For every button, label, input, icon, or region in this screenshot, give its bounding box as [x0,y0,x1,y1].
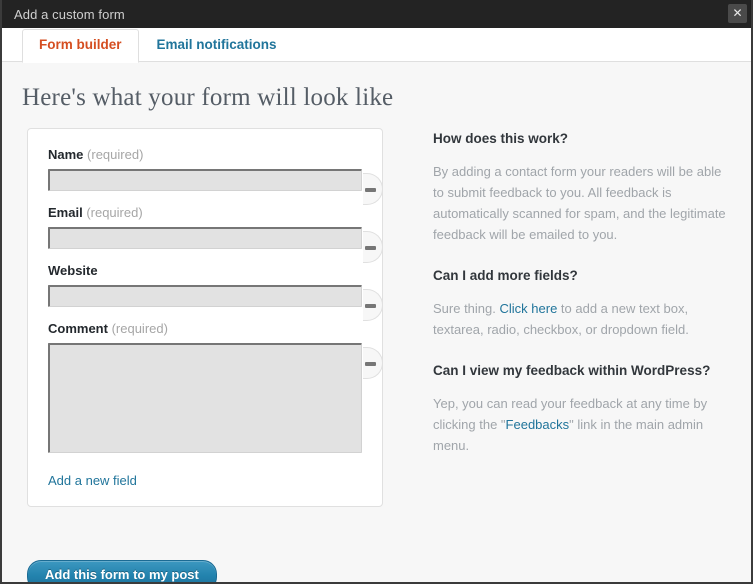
remove-field-button-name[interactable] [363,173,383,205]
tab-bar: Form builder Email notifications [2,28,751,63]
faq-column: How does this work? By adding a contact … [433,128,735,456]
field-label-comment: Comment (required) [48,321,362,337]
tab-form-builder[interactable]: Form builder [22,29,139,63]
faq-answer-text: By adding a contact form your readers wi… [433,164,726,242]
remove-field-button-email[interactable] [363,231,383,263]
faq-answer: Yep, you can read your feedback at any t… [433,393,735,456]
form-field-name: Name (required) [48,147,383,205]
field-label-text: Name [48,147,84,162]
content-columns: Name (required) Email (required) Website… [18,128,735,507]
click-here-link[interactable]: Click here [500,301,558,316]
faq-item-view-feedback: Can I view my feedback within WordPress?… [433,362,735,456]
field-label-text: Comment [48,321,108,336]
modal-title: Add a custom form [14,6,125,22]
remove-field-button-comment[interactable] [363,347,383,379]
field-label-website: Website [48,263,362,279]
field-label-email: Email (required) [48,205,362,221]
faq-item-how-does-this-work: How does this work? By adding a contact … [433,130,735,245]
form-field-email: Email (required) [48,205,383,263]
minus-icon [365,188,376,192]
feedbacks-link[interactable]: Feedbacks [506,417,570,432]
field-label-text: Website [48,263,98,278]
minus-icon [365,304,376,308]
name-input[interactable] [48,169,362,191]
tab-email-notifications[interactable]: Email notifications [139,30,293,62]
modal-content: Here's what your form will look like Nam… [2,62,751,582]
faq-answer: Sure thing. Click here to add a new text… [433,298,735,340]
form-preview-panel: Name (required) Email (required) Website… [27,128,383,507]
modal-titlebar: Add a custom form ✕ [2,0,751,28]
faq-question: How does this work? [433,131,569,146]
comment-textarea[interactable] [48,343,362,453]
faq-question: Can I view my feedback within WordPress? [433,363,711,378]
website-input[interactable] [48,285,362,307]
form-field-website: Website [48,263,383,321]
field-label-text: Email [48,205,83,220]
close-icon[interactable]: ✕ [728,4,747,23]
faq-answer: By adding a contact form your readers wi… [433,161,735,245]
faq-item-more-fields: Can I add more fields? Sure thing. Click… [433,267,735,340]
minus-icon [365,362,376,366]
field-required-note: (required) [87,147,144,162]
remove-field-button-website[interactable] [363,289,383,321]
email-input[interactable] [48,227,362,249]
add-custom-form-modal: Add a custom form ✕ Form builder Email n… [0,0,753,584]
field-label-name: Name (required) [48,147,362,163]
faq-answer-text: Sure thing. [433,301,500,316]
submit-area: Add this form to my post [27,560,217,582]
add-new-field-link[interactable]: Add a new field [48,473,137,488]
field-required-note: (required) [86,205,143,220]
form-field-comment: Comment (required) [48,321,383,453]
field-required-note: (required) [111,321,168,336]
page-title: Here's what your form will look like [22,84,394,111]
faq-question: Can I add more fields? [433,268,578,283]
minus-icon [365,246,376,250]
add-form-to-post-button[interactable]: Add this form to my post [27,560,217,582]
